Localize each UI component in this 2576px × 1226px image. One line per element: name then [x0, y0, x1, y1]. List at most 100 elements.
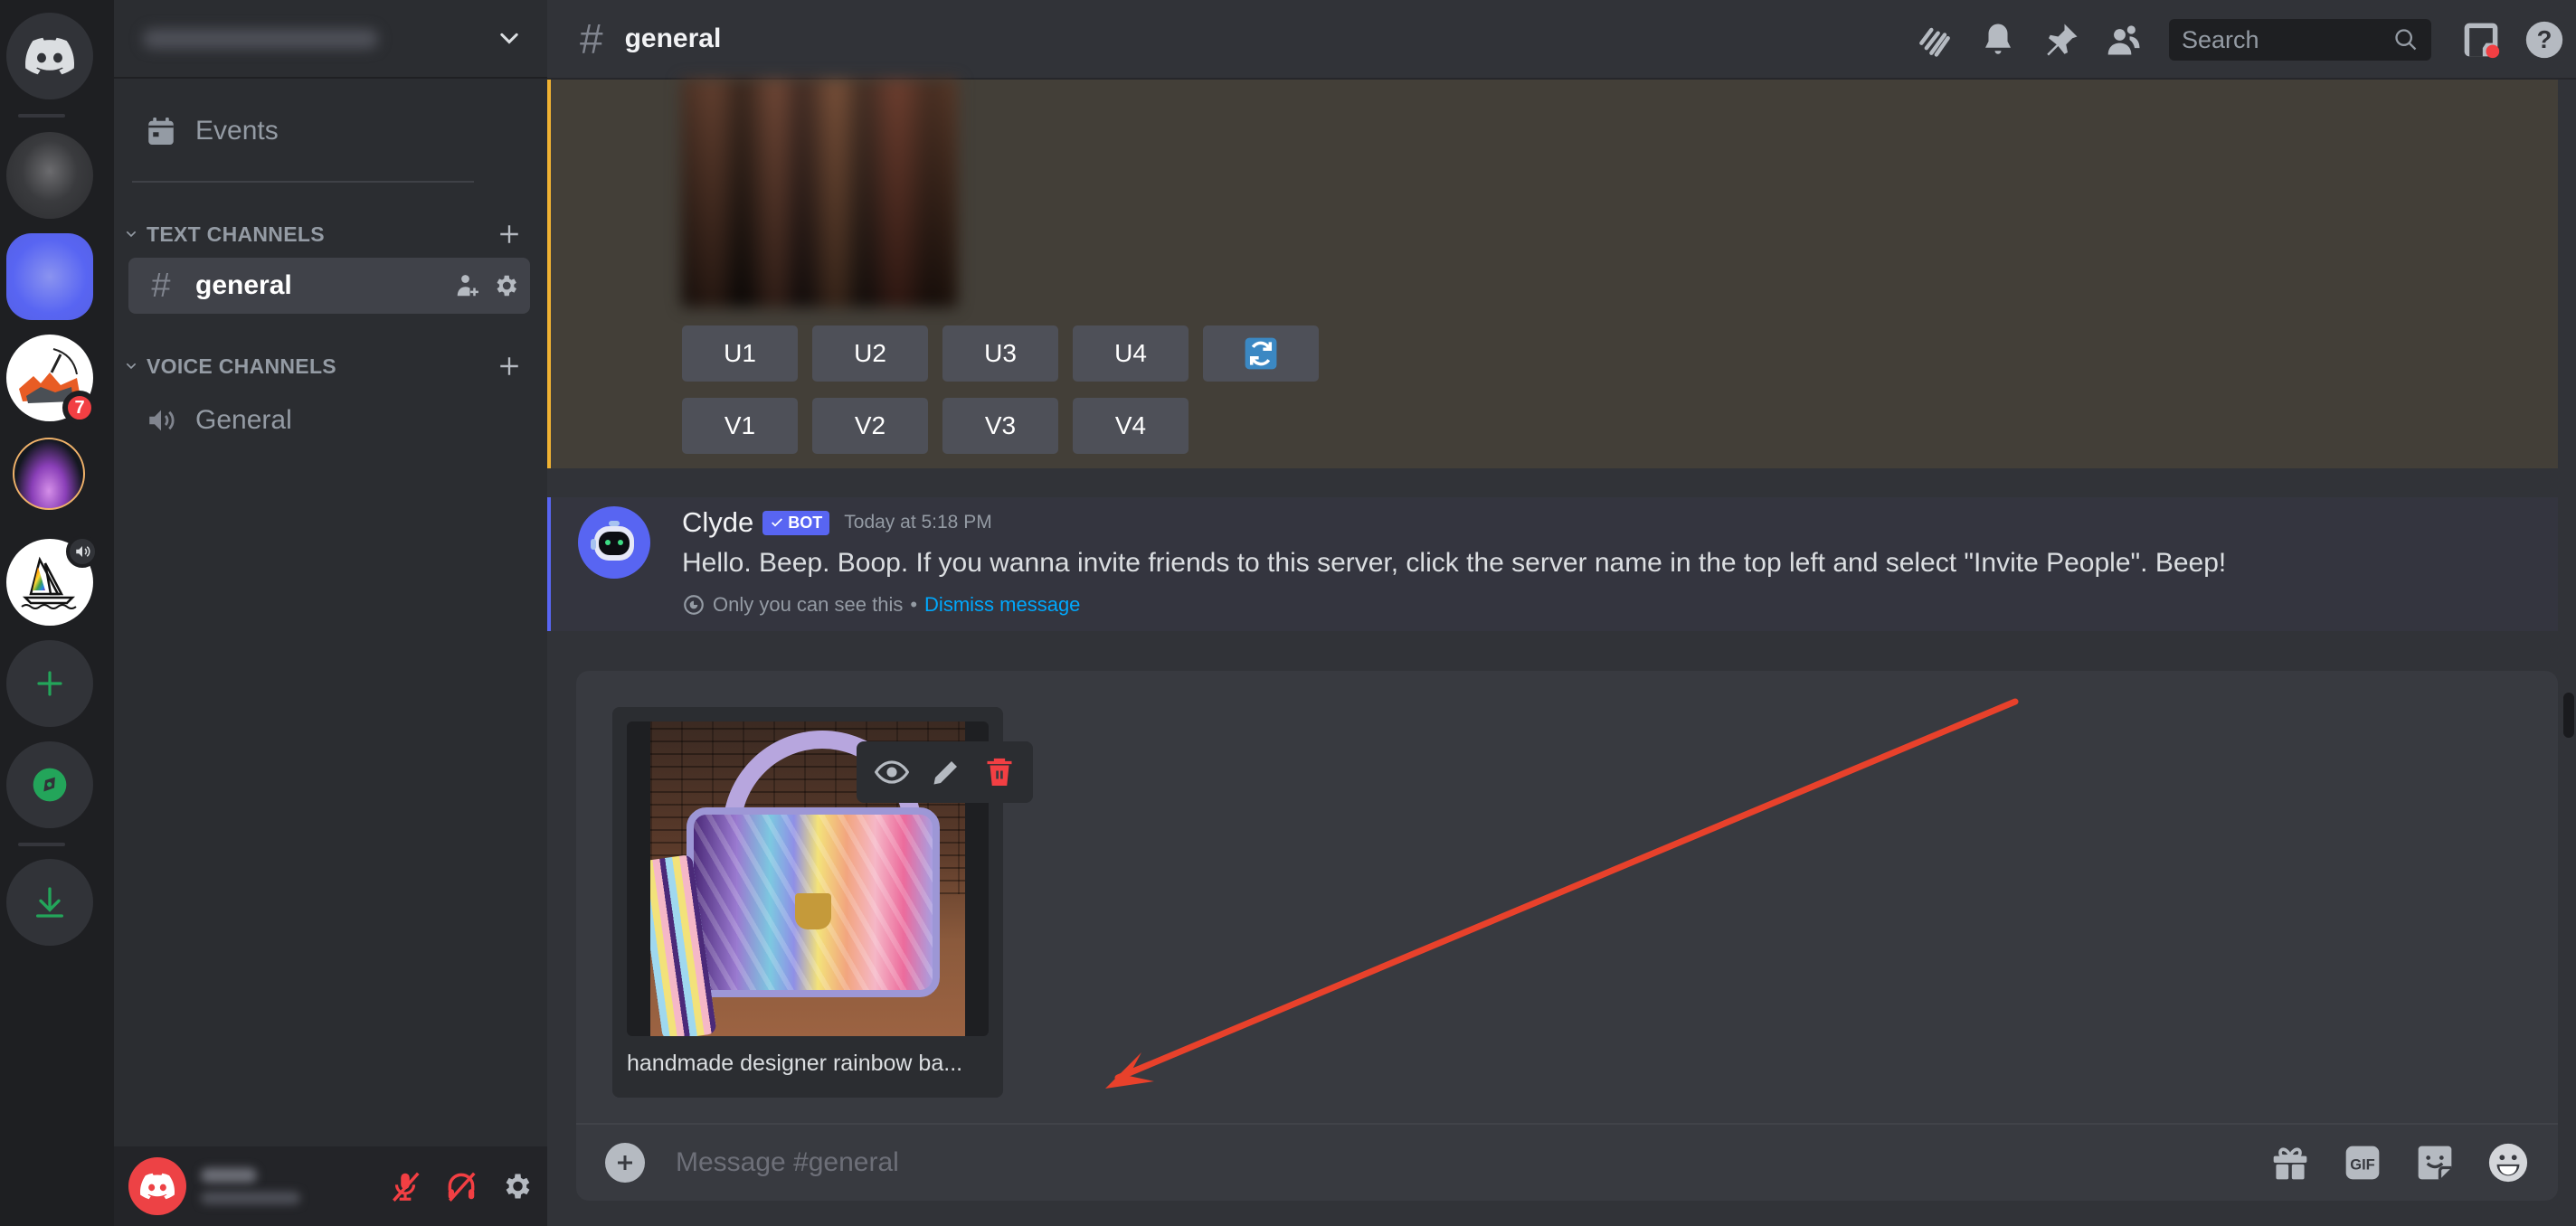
user-settings-gear-icon[interactable]	[500, 1170, 533, 1202]
home-button[interactable]	[6, 13, 93, 99]
u2-button[interactable]: U2	[812, 325, 928, 382]
emoji-icon[interactable]	[2487, 1142, 2529, 1184]
notification-badge: 7	[62, 391, 97, 425]
generated-image-blurred[interactable]	[681, 80, 958, 307]
upload-button[interactable]	[605, 1143, 645, 1183]
user-panel	[114, 1146, 547, 1226]
download-icon	[36, 887, 64, 918]
category-text-channels[interactable]: TEXT CHANNELS	[121, 219, 528, 250]
inbox-button[interactable]	[2449, 0, 2513, 80]
members-icon	[2107, 25, 2140, 55]
edit-pencil-icon[interactable]	[930, 756, 962, 788]
sticker-icon[interactable]	[2415, 1143, 2455, 1183]
rail-separator	[18, 114, 65, 118]
speaker-icon	[149, 410, 175, 431]
chat-area: # general Search ? U1 U2 U3 U4 V1 V2 V3 …	[547, 0, 2576, 1226]
server-icon-painting[interactable]: 7	[6, 335, 97, 425]
ephemeral-footer: Only you can see this • Dismiss message	[682, 593, 1080, 617]
server-icon-blurred-1[interactable]	[6, 132, 93, 219]
bot-tag-label: BOT	[788, 513, 823, 532]
username-blurred	[201, 1168, 257, 1183]
help-icon: ?	[2525, 21, 2563, 59]
chevron-down-icon	[126, 363, 137, 370]
server-icon-blurred-selected[interactable]	[6, 233, 93, 320]
chevron-down-icon	[126, 231, 137, 238]
discord-app: 7 Events TEXT CHANNELS # general VOICE C…	[0, 0, 2576, 1226]
clyde-robot-icon	[591, 521, 634, 561]
ephemeral-note: Only you can see this	[713, 593, 904, 616]
help-button[interactable]: ?	[2513, 0, 2576, 80]
reroll-icon	[1245, 337, 1277, 370]
hash-icon: #	[151, 266, 171, 305]
notification-settings-button[interactable]	[1966, 0, 2030, 80]
u1-button[interactable]: U1	[682, 325, 798, 382]
explore-servers-button[interactable]	[6, 741, 93, 828]
spoiler-eye-icon[interactable]	[874, 755, 909, 789]
events-item[interactable]: Events	[128, 103, 530, 159]
v3-button[interactable]: V3	[942, 398, 1058, 454]
user-status-blurred	[201, 1192, 300, 1204]
voice-channel-general[interactable]: General	[128, 392, 530, 448]
gear-icon[interactable]	[492, 272, 519, 299]
gif-icon[interactable]: GIF	[2343, 1143, 2382, 1183]
server-header[interactable]	[114, 0, 547, 79]
delete-trash-icon[interactable]	[983, 756, 1016, 788]
v4-button[interactable]: V4	[1073, 398, 1189, 454]
message-input[interactable]: Message #general	[676, 1147, 899, 1178]
discord-logo-icon	[25, 37, 74, 75]
user-avatar[interactable]	[128, 1157, 186, 1215]
eye-icon	[684, 595, 704, 615]
category-label: TEXT CHANNELS	[147, 222, 325, 246]
threads-icon	[1919, 27, 1950, 57]
attachment-card[interactable]: handmade designer rainbow ba...	[612, 707, 1033, 1098]
server-icon-purple[interactable]	[13, 438, 85, 510]
download-apps-button[interactable]	[6, 859, 93, 946]
create-invite-icon[interactable]	[454, 272, 481, 299]
u3-button[interactable]: U3	[942, 325, 1058, 382]
v1-button[interactable]: V1	[682, 398, 798, 454]
category-voice-channels[interactable]: VOICE CHANNELS	[121, 351, 528, 382]
channel-general[interactable]: # general	[128, 258, 530, 314]
chevron-down-icon	[500, 33, 518, 44]
threads-button[interactable]	[1903, 0, 1966, 80]
create-channel-icon[interactable]	[497, 222, 521, 246]
pinned-messages-button[interactable]	[2030, 0, 2093, 80]
message-composer: handmade designer rainbow ba... Message …	[576, 671, 2558, 1201]
user-name-blurred[interactable]	[201, 1168, 300, 1204]
category-label: VOICE CHANNELS	[147, 354, 336, 378]
member-list-button[interactable]	[2093, 0, 2156, 80]
svg-text:?: ?	[2537, 25, 2552, 53]
svg-text:GIF: GIF	[2350, 1156, 2375, 1173]
separator-dot: •	[910, 593, 918, 616]
rail-separator	[18, 843, 65, 846]
search-placeholder: Search	[2182, 25, 2259, 53]
message-scrollbar[interactable]	[2563, 87, 2576, 1118]
bell-icon	[1985, 24, 2011, 54]
headphones-deafened-icon[interactable]	[444, 1169, 478, 1203]
scrollbar-thumb[interactable]	[2563, 693, 2574, 738]
channel-title: general	[624, 24, 722, 53]
create-channel-icon[interactable]	[497, 354, 521, 378]
midjourney-message: U1 U2 U3 U4 V1 V2 V3 V4	[547, 80, 2558, 468]
author-name[interactable]: Clyde	[682, 506, 753, 539]
channel-label: general	[195, 270, 292, 300]
gift-icon[interactable]	[2270, 1143, 2310, 1183]
mic-muted-icon[interactable]	[388, 1169, 422, 1203]
calendar-icon	[148, 118, 174, 145]
channel-sidebar: Events TEXT CHANNELS # general VOICE CHA…	[114, 0, 547, 1226]
search-input[interactable]: Search	[2169, 19, 2431, 61]
server-rail: 7	[0, 0, 114, 1226]
add-server-button[interactable]	[6, 640, 93, 727]
voice-active-indicator	[66, 535, 99, 568]
upscale-button-row: U1 U2 U3 U4	[682, 325, 1319, 382]
server-icon-midjourney[interactable]	[6, 535, 99, 626]
attachment-toolbar	[857, 741, 1033, 803]
reroll-button[interactable]	[1203, 325, 1319, 382]
plus-icon	[37, 671, 62, 696]
dismiss-message-link[interactable]: Dismiss message	[924, 593, 1080, 617]
v2-button[interactable]: V2	[812, 398, 928, 454]
attachment-filename: handmade designer rainbow ba...	[627, 1051, 963, 1076]
u4-button[interactable]: U4	[1073, 325, 1189, 382]
clyde-avatar[interactable]	[578, 506, 650, 579]
speaker-icon	[76, 546, 90, 557]
